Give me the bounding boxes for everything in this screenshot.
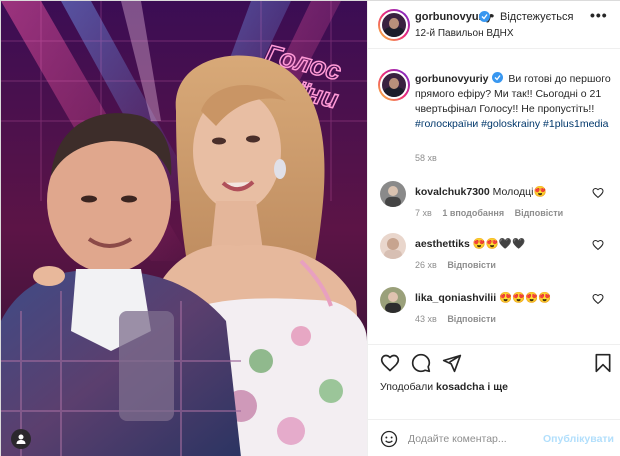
heart-icon[interactable]	[592, 239, 604, 251]
comment-item: kovalchuk7300 Молодці😍 7 хв 1 вподобання…	[368, 181, 620, 231]
header-separator: •	[490, 9, 495, 23]
caption-text: gorbunovyuriy Ви готові до першого прямо…	[415, 71, 615, 132]
liked-by-summary: Уподобали kosadcha і ще	[380, 381, 508, 393]
comment-item: lika_qoniashvilii 😍😍😍😍 43 хв Відповісти	[368, 287, 620, 337]
commenter-username[interactable]: aesthettiks	[415, 238, 470, 250]
tagged-users-button[interactable]	[11, 429, 31, 449]
comment-bubble-icon[interactable]	[411, 353, 431, 373]
user-icon	[16, 434, 26, 444]
comment-text: lika_qoniashvilii 😍😍😍😍	[415, 291, 551, 304]
caption-author-avatar[interactable]	[378, 69, 410, 101]
post-header: gorbunovyuriy • Відстежується 12-й Павил…	[368, 1, 620, 49]
comment-body: Молодці😍	[492, 186, 547, 198]
author-avatar[interactable]	[378, 9, 410, 41]
more-options-icon[interactable]: •••	[590, 7, 608, 23]
commenter-avatar[interactable]	[380, 287, 406, 313]
location-link[interactable]: 12-й Павильон ВДНХ	[415, 28, 514, 39]
heart-icon[interactable]	[592, 187, 604, 199]
post-dialog: Голос Країни	[0, 0, 620, 456]
heart-icon[interactable]	[592, 293, 604, 305]
comment-body: 😍😍😍😍	[499, 292, 552, 304]
reply-button[interactable]: Відповісти	[515, 208, 564, 218]
comment-body: 😍😍🖤🖤	[472, 238, 526, 250]
comment-time: 7 хв	[415, 208, 432, 218]
liked-by-username[interactable]: kosadcha	[436, 381, 484, 393]
comment-text: kovalchuk7300 Молодці😍	[415, 185, 547, 198]
liked-by-others[interactable]: і ще	[487, 381, 508, 393]
verified-badge-icon	[479, 11, 490, 22]
comment-text: aesthettiks 😍😍🖤🖤	[415, 237, 525, 250]
comment-input[interactable]	[408, 430, 548, 448]
commenter-avatar[interactable]	[380, 181, 406, 207]
post-side-panel: gorbunovyuriy • Відстежується 12-й Павил…	[367, 1, 620, 456]
hashtag-link[interactable]: #1plus1media	[543, 118, 608, 130]
commenter-username[interactable]: kovalchuk7300	[415, 186, 490, 198]
comment-meta: 26 хв Відповісти	[415, 260, 504, 270]
liked-by-prefix: Уподобали	[380, 381, 434, 393]
comment-meta: 7 хв 1 вподобання Відповісти	[415, 208, 571, 218]
comment-likes-count[interactable]: 1 вподобання	[442, 208, 504, 218]
emoji-icon[interactable]	[380, 430, 398, 448]
post-photo[interactable]: Голос Країни	[1, 1, 367, 456]
follow-button[interactable]: Відстежується	[500, 11, 573, 23]
comment-item: aesthettiks 😍😍🖤🖤 26 хв Відповісти	[368, 233, 620, 283]
commenter-username[interactable]: lika_qoniashvilii	[415, 292, 496, 304]
share-icon[interactable]	[442, 353, 462, 373]
verified-badge-icon	[492, 72, 504, 83]
comment-time: 43 хв	[415, 314, 437, 324]
hashtag-link[interactable]: #голоскраїни	[415, 118, 478, 130]
caption-timestamp: 58 хв	[415, 153, 437, 163]
comment-time: 26 хв	[415, 260, 437, 270]
photo-illustration: Голос Країни	[1, 1, 367, 456]
hashtag-link[interactable]: #goloskrainy	[481, 118, 540, 130]
add-comment-bar: Опублікувати	[368, 419, 620, 456]
comment-meta: 43 хв Відповісти	[415, 314, 504, 324]
reply-button[interactable]: Відповісти	[447, 314, 496, 324]
commenter-avatar[interactable]	[380, 233, 406, 259]
caption-username[interactable]: gorbunovyuriy	[415, 73, 489, 85]
like-heart-icon[interactable]	[380, 353, 400, 373]
publish-button[interactable]: Опублікувати	[543, 433, 614, 445]
save-bookmark-icon[interactable]	[594, 353, 612, 373]
reply-button[interactable]: Відповісти	[447, 260, 496, 270]
